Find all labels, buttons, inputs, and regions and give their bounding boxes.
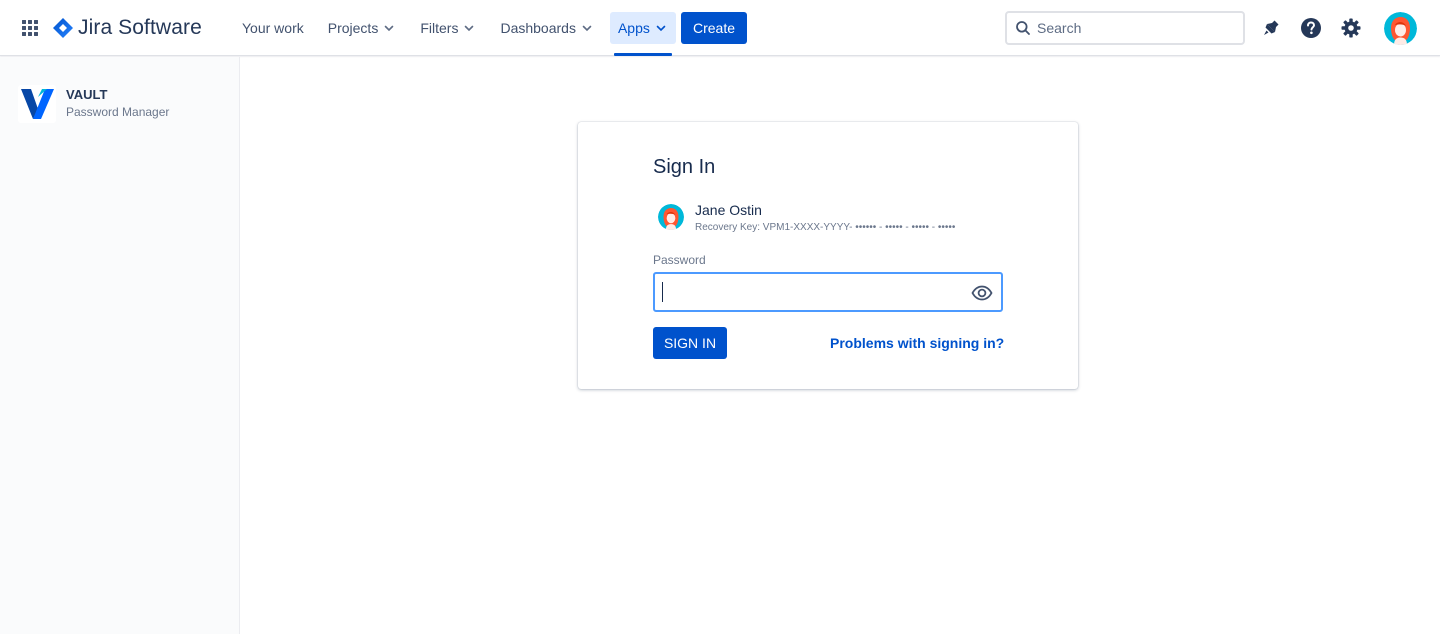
- app-title: VAULT: [66, 87, 108, 102]
- text-caret: [662, 282, 663, 302]
- vault-logo-icon: [18, 85, 56, 123]
- nav-projects[interactable]: Projects: [320, 12, 405, 44]
- create-button[interactable]: Create: [681, 12, 747, 44]
- password-label: Password: [653, 253, 706, 267]
- user-avatar-icon: [658, 204, 684, 230]
- nav-apps[interactable]: Apps: [609, 12, 676, 56]
- app-subtitle: Password Manager: [66, 105, 170, 119]
- vault-app-header[interactable]: VAULT Password Manager: [18, 85, 169, 123]
- top-navigation-bar: Jira Software Your work Projects Filters…: [0, 0, 1440, 56]
- nav-dashboards-label: Dashboards: [500, 20, 576, 36]
- chevron-down-icon: [465, 25, 474, 32]
- nav-dashboards[interactable]: Dashboards: [492, 12, 602, 44]
- problems-signing-in-link[interactable]: Problems with signing in?: [830, 335, 1004, 351]
- search-box[interactable]: [1005, 11, 1245, 45]
- user-avatar: [658, 204, 684, 230]
- chevron-down-icon: [385, 25, 394, 32]
- primary-nav: Your work Projects Filters Dashboards Ap…: [234, 12, 684, 56]
- nav-filters-label: Filters: [420, 20, 459, 36]
- notification-icon: [1264, 20, 1279, 35]
- app-switcher-icon[interactable]: [20, 18, 40, 38]
- nav-filters[interactable]: Filters: [412, 12, 484, 44]
- sidebar: VAULT Password Manager: [0, 57, 240, 634]
- jira-brand-home-link[interactable]: Jira Software: [52, 14, 202, 42]
- nav-apps-label: Apps: [617, 20, 650, 36]
- notification-button[interactable]: [1257, 14, 1285, 42]
- signin-card: Sign In Jane Ostin Recovery Key: VPM1-XX…: [578, 122, 1078, 389]
- gear-icon: [1341, 18, 1361, 38]
- show-password-toggle[interactable]: [971, 282, 993, 304]
- nav-your-work-label: Your work: [242, 20, 304, 36]
- recovery-key: Recovery Key: VPM1-XXXX-YYYY- •••••• - •…: [695, 222, 956, 233]
- user-name: Jane Ostin: [695, 202, 762, 218]
- help-icon: [1301, 18, 1321, 38]
- search-icon: [1016, 21, 1030, 35]
- password-input[interactable]: [662, 284, 962, 300]
- search-input[interactable]: [1037, 20, 1227, 36]
- nav-your-work[interactable]: Your work: [234, 12, 312, 44]
- eye-icon: [971, 285, 993, 301]
- settings-button[interactable]: [1337, 14, 1365, 42]
- nav-projects-label: Projects: [327, 20, 379, 36]
- chevron-down-icon: [582, 25, 592, 32]
- user-identity: Jane Ostin Recovery Key: VPM1-XXXX-YYYY-…: [658, 202, 955, 235]
- user-avatar-icon: [1384, 12, 1417, 45]
- signin-title: Sign In: [653, 156, 716, 178]
- signin-button[interactable]: SIGN IN: [653, 327, 727, 359]
- profile-avatar[interactable]: [1384, 12, 1417, 45]
- password-field[interactable]: [653, 272, 1003, 312]
- help-button[interactable]: [1297, 14, 1325, 42]
- jira-logo-icon: [53, 18, 73, 38]
- brand-name: Jira Software: [78, 16, 202, 39]
- chevron-down-icon: [656, 25, 666, 32]
